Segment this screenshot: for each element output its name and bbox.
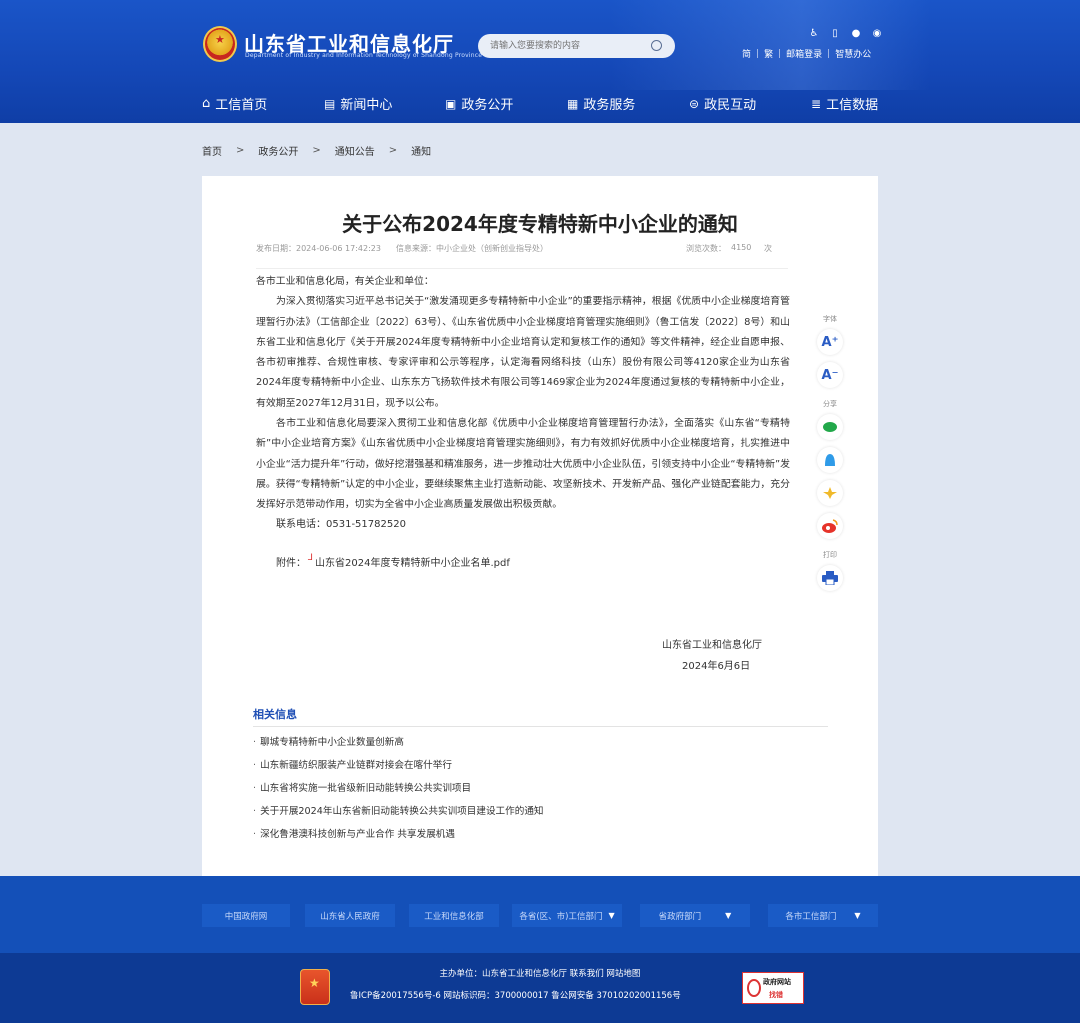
dropdown-arrow-icon: ▼ <box>608 911 615 920</box>
salutation: 各市工业和信息化局，有关企业和单位： <box>256 276 434 287</box>
badge-line-2: 找错 <box>769 991 783 999</box>
article-card: 关于公布2024年度专精特新中小企业的通知 发布日期：2024-06-06 17… <box>202 176 878 876</box>
service-icon: ▦ <box>567 96 579 111</box>
font-label: 字体 <box>823 315 837 323</box>
breadcrumb: 首页 > 政务公开 > 通知公告 > 通知 <box>202 143 431 158</box>
view-count-unit: 次 <box>764 244 772 253</box>
related-info-title: 相关信息 <box>253 708 297 721</box>
smart-office-link[interactable]: 智慧办公 <box>835 47 871 60</box>
signature-org: 山东省工业和信息化厅 <box>662 640 762 651</box>
badge-line-1: 政府网站 <box>763 978 791 986</box>
main-nav: ⌂ 工信首页 ▤ 新闻中心 ▣ 政务公开 ▦ 政务服务 ⊜ 政民互动 ≣ 工信数… <box>0 88 1080 118</box>
share-wechat-button[interactable] <box>817 414 843 440</box>
nav-item-public-affairs[interactable]: ▣ 政务公开 <box>445 94 513 114</box>
header-tool-links: 简 | 繁 | 邮箱登录 | 智慧办公 <box>742 47 872 61</box>
wechat-icon[interactable]: ● <box>850 28 862 40</box>
related-divider <box>253 726 828 727</box>
share-qq-button[interactable] <box>817 447 843 473</box>
search-input[interactable] <box>490 37 640 55</box>
paragraph-1: 为深入贯彻落实习近平总书记关于“激发涌现更多专精特新中小企业”的重要指示精神，根… <box>256 296 790 409</box>
database-icon: ≣ <box>811 96 822 111</box>
font-increase-icon: A⁺ <box>821 334 839 350</box>
breadcrumb-home[interactable]: 首页 <box>202 143 222 158</box>
pdf-icon: ⅃ <box>308 552 314 563</box>
related-item[interactable]: 山东新疆纺织服装产业链群对接会在喀什举行 <box>253 754 544 777</box>
printer-icon <box>822 571 838 585</box>
footer-select-gov-depts[interactable]: 省政府部门 ▼ <box>640 904 750 927</box>
traditional-link[interactable]: 繁 <box>764 47 773 60</box>
search-icon[interactable] <box>651 40 662 51</box>
attachment: 附件： ⅃ 山东省2024年度专精特新中小企业名单.pdf <box>276 552 510 570</box>
publish-date: 发布日期：2024-06-06 17:42:23 <box>256 244 381 253</box>
breadcrumb-separator: > <box>312 145 321 156</box>
related-item[interactable]: 深化鲁港澳科技创新与产业合作 共享发展机遇 <box>253 823 544 846</box>
nav-item-services[interactable]: ▦ 政务服务 <box>567 94 635 114</box>
related-item[interactable]: 山东省将实施一批省级新旧动能转换公共实训项目 <box>253 777 544 800</box>
header-tool-icons: ♿ ▯ ● ◉ <box>808 28 883 40</box>
news-icon: ▤ <box>324 96 336 111</box>
footer-select-provincial-depts[interactable]: 各省(区、市)工信部门 ▼ <box>512 904 622 927</box>
wechat-share-icon <box>823 422 837 432</box>
print-button[interactable] <box>817 565 843 591</box>
mobile-icon[interactable]: ▯ <box>829 28 841 40</box>
public-affairs-icon: ▣ <box>445 96 457 111</box>
font-increase-button[interactable]: A⁺ <box>817 329 843 355</box>
home-icon: ⌂ <box>202 96 211 111</box>
breadcrumb-separator: > <box>388 145 398 156</box>
simplified-link[interactable]: 简 <box>742 47 751 60</box>
dropdown-arrow-icon: ▼ <box>725 911 732 920</box>
share-weibo-button[interactable] <box>817 513 843 539</box>
article-title: 关于公布2024年度专精特新中小企业的通知 <box>342 212 738 236</box>
font-decrease-icon: A⁻ <box>821 367 839 383</box>
share-qzone-button[interactable] <box>817 480 843 506</box>
footer-link-gov-cn[interactable]: 中国政府网 <box>202 904 290 927</box>
accessibility-icon[interactable]: ♿ <box>808 28 820 40</box>
footer-info: ★ 主办单位：山东省工业和信息化厅 联系我们 网站地图 鲁ICP备2001755… <box>0 953 1080 1023</box>
attachment-label: 附件： <box>276 558 306 569</box>
gov-site-error-badge[interactable]: 政府网站 找错 <box>742 972 804 1004</box>
related-list: 聊城专精特新中小企业数量创新高 山东新疆纺织服装产业链群对接会在喀什举行 山东省… <box>253 731 544 846</box>
breadcrumb-announcements[interactable]: 通知公告 <box>335 143 375 158</box>
footer-link-shandong-gov[interactable]: 山东省人民政府 <box>305 904 395 927</box>
magnifier-icon <box>747 979 761 997</box>
dropdown-arrow-icon: ▼ <box>854 911 861 920</box>
share-label: 分享 <box>823 400 837 408</box>
footer-links-bar: 中国政府网 山东省人民政府 工业和信息化部 各省(区、市)工信部门 ▼ 省政府部门… <box>0 876 1080 953</box>
interaction-icon: ⊜ <box>689 96 700 111</box>
view-count-label: 浏览次数： <box>686 244 726 253</box>
qzone-share-icon <box>823 487 837 499</box>
related-item[interactable]: 聊城专精特新中小企业数量创新高 <box>253 731 544 754</box>
paragraph-2: 各市工业和信息化局要深入贯彻工业和信息化部《优质中小企业梯度培育管理暂行办法》，… <box>256 418 790 511</box>
site-subtitle: Department of Industry and Information T… <box>245 52 483 59</box>
side-tools: 字体 A⁺ A⁻ 分享 打印 <box>815 314 845 591</box>
footer-link-miit[interactable]: 工业和信息化部 <box>409 904 499 927</box>
footer-icp-line: 鲁ICP备20017556号-6 网站标识码：3700000017 鲁公网安备 … <box>350 991 681 1001</box>
footer-select-city-depts[interactable]: 各市工信部门 ▼ <box>768 904 878 927</box>
article-body: 各市工业和信息化局，有关企业和单位： 为深入贯彻落实习近平总书记关于“激发涌现更… <box>256 272 790 516</box>
nav-item-news[interactable]: ▤ 新闻中心 <box>324 94 392 114</box>
related-item[interactable]: 关于开展2024年山东省新旧动能转换公共实训项目建设工作的通知 <box>253 800 543 823</box>
weibo-icon[interactable]: ◉ <box>871 28 883 40</box>
weibo-share-icon <box>822 519 838 533</box>
nav-item-data[interactable]: ≣ 工信数据 <box>811 94 878 114</box>
meta-divider <box>256 268 788 269</box>
view-count: 4150 <box>731 243 752 252</box>
font-decrease-button[interactable]: A⁻ <box>817 362 843 388</box>
breadcrumb-public-affairs[interactable]: 政务公开 <box>258 143 298 158</box>
print-label: 打印 <box>823 551 837 559</box>
qq-share-icon <box>825 454 835 466</box>
contact-phone: 联系电话：0531-51782520 <box>276 519 406 530</box>
mail-login-link[interactable]: 邮箱登录 <box>786 47 822 60</box>
info-source: 信息来源：中小企业处（创新创业指导处） <box>396 244 548 253</box>
breadcrumb-current[interactable]: 通知 <box>411 143 431 158</box>
site-header: ★ 山东省工业和信息化厅 Department of Industry and … <box>0 0 1080 123</box>
search-box <box>478 34 675 58</box>
nav-item-home[interactable]: ⌂ 工信首页 <box>202 94 267 113</box>
national-emblem-icon[interactable]: ★ <box>203 26 237 62</box>
nav-item-interaction[interactable]: ⊜ 政民互动 <box>689 94 756 114</box>
signature-date: 2024年6月6日 <box>682 661 751 672</box>
attachment-link[interactable]: 山东省2024年度专精特新中小企业名单.pdf <box>315 554 510 569</box>
breadcrumb-separator: > <box>236 145 245 156</box>
footer-host-line: 主办单位：山东省工业和信息化厅 联系我们 网站地图 <box>439 969 641 979</box>
